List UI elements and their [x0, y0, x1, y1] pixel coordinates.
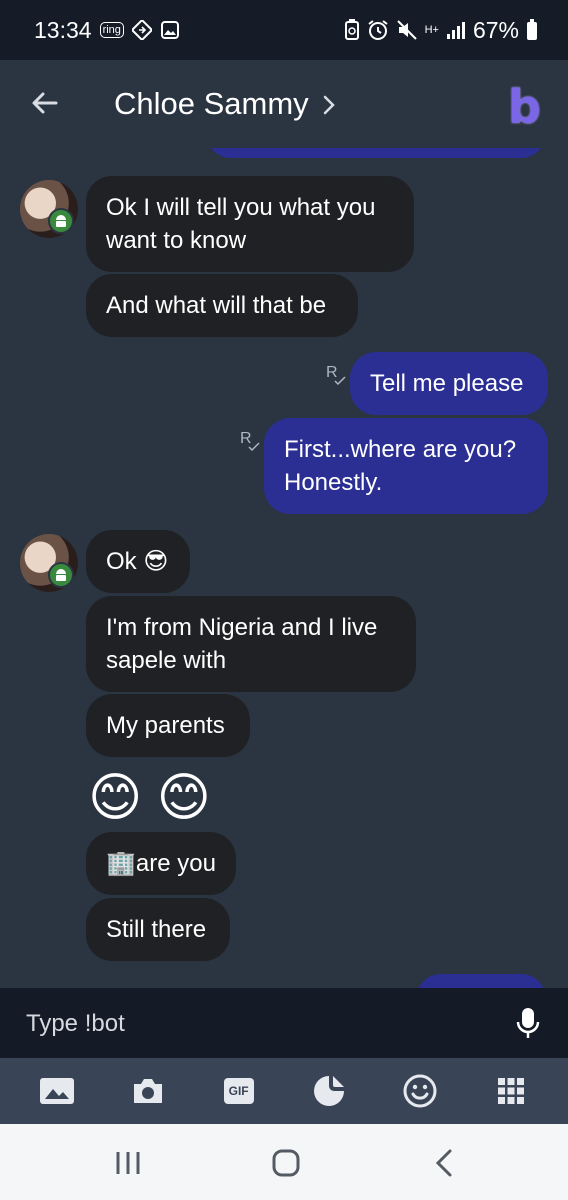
message-bubble-outgoing: Tell me please [350, 352, 548, 415]
ring-app-icon: ring [99, 22, 124, 38]
camera-button[interactable] [124, 1067, 172, 1115]
message-bubble-incoming: I'm from Nigeria and I live sapele with [86, 596, 416, 692]
apps-grid-icon [497, 1078, 524, 1104]
recent-apps-icon[interactable] [112, 1148, 144, 1178]
emoji-message: 😊 😊 [88, 769, 211, 827]
contact-name[interactable]: Chloe Sammy [114, 86, 309, 122]
camera-icon [133, 1079, 162, 1103]
message-composer [0, 988, 568, 1058]
battery-percent: 67% [472, 16, 519, 43]
message-bubble-outgoing: First...where are you? Honestly. [264, 418, 548, 514]
message-input[interactable] [26, 1008, 486, 1040]
system-nav-bar [0, 1124, 568, 1200]
signal-icon [446, 20, 466, 40]
emoji-button[interactable] [396, 1067, 444, 1115]
home-icon[interactable] [270, 1148, 302, 1178]
gif-label: GIF [228, 1084, 249, 1098]
message-bubble-incoming: And what will that be [86, 274, 358, 337]
mute-icon [396, 19, 418, 41]
back-nav-icon[interactable] [430, 1148, 462, 1178]
microphone-icon[interactable] [513, 1006, 543, 1042]
message-bubble-incoming: Ok I will tell you what you want to know [86, 176, 414, 272]
android-icon [48, 208, 74, 234]
status-bar: 13:34 ring H+ 67% [0, 0, 568, 60]
chat-header: Chloe Sammy b [0, 60, 568, 148]
battery-icon [526, 19, 538, 41]
battery-saver-icon [344, 19, 360, 41]
back-arrow-icon[interactable] [30, 88, 60, 118]
message-bubble-incoming: Ok 😎 [86, 530, 190, 593]
emoji-icon [403, 1074, 437, 1108]
chevron-right-icon[interactable] [320, 94, 338, 116]
gallery-button[interactable] [33, 1067, 81, 1115]
android-icon [48, 562, 74, 588]
message-bubble-incoming: My parents [86, 694, 250, 757]
alarm-icon [367, 19, 389, 41]
check-icon [248, 442, 260, 452]
sticker-button[interactable] [305, 1067, 353, 1115]
image-notification-icon [160, 20, 180, 40]
check-icon [334, 376, 346, 386]
gallery-icon [40, 1078, 75, 1104]
message-bubble-incoming: 🏢are you [86, 832, 236, 895]
chat-screen: 13:34 ring H+ 67% Chloe Sammy b Ok I wil… [0, 0, 568, 1200]
bot-logo[interactable]: b [508, 80, 541, 134]
sticker-icon [314, 1076, 345, 1106]
apps-button[interactable] [487, 1067, 535, 1115]
message-bubble-incoming: Still there [86, 898, 230, 961]
message-bubble-outgoing-partial [206, 148, 546, 158]
gif-icon: GIF [223, 1078, 254, 1104]
message-list[interactable]: Ok I will tell you what you want to know… [0, 148, 568, 988]
network-type-icon: H+ [424, 24, 439, 36]
status-time: 13:34 [34, 16, 92, 43]
message-bubble-outgoing-partial [416, 974, 546, 988]
gif-button[interactable]: GIF [215, 1067, 263, 1115]
navigation-diamond-icon [131, 20, 152, 40]
attachment-toolbar: GIF [0, 1058, 568, 1124]
